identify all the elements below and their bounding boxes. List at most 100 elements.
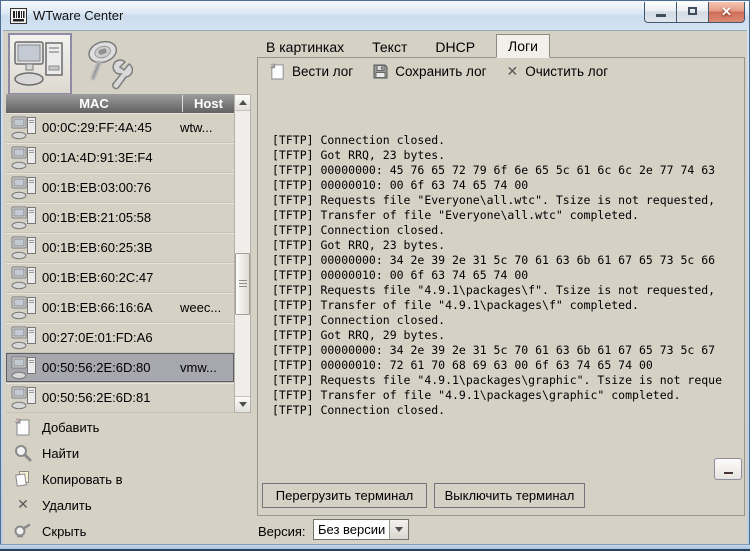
- table-row[interactable]: 00:1B:EB:03:00:76: [6, 173, 234, 203]
- toolbar-label: Очистить лог: [525, 64, 608, 79]
- table-row[interactable]: 00:1B:EB:21:05:58: [6, 203, 234, 233]
- log-line: [TFTP] 00000010: 00 6f 63 74 65 74 00: [272, 178, 724, 193]
- version-label: Версия:: [258, 521, 306, 542]
- minimize-icon: [656, 14, 666, 17]
- version-value: Без версии: [314, 520, 389, 539]
- log-line: [TFTP] Requests file "4.9.1\packages\f".…: [272, 283, 724, 298]
- column-header-host[interactable]: Host: [182, 95, 234, 112]
- action-label: Добавить: [42, 420, 99, 435]
- delete-button[interactable]: ✕ Удалить: [6, 492, 250, 518]
- host-cell: weec...: [180, 300, 234, 315]
- terminal-actions: Добавить Найти Копироват: [6, 414, 250, 544]
- log-line: [TFTP] Requests file "Everyone\all.wtc".…: [272, 193, 724, 208]
- copy-to-button[interactable]: Копировать в: [6, 466, 250, 492]
- magnifier-off-icon: [12, 522, 34, 540]
- action-label: Скрыть: [42, 524, 86, 539]
- table-row[interactable]: 00:0C:29:FF:4A:45 wtw...: [6, 113, 234, 143]
- log-line: [TFTP] Got RRQ, 23 bytes.: [272, 238, 724, 253]
- tab-text[interactable]: Текст: [369, 36, 410, 58]
- table-row[interactable]: 00:1B:EB:66:16:6A weec...: [6, 293, 234, 323]
- close-button[interactable]: ✕: [708, 2, 745, 23]
- grip-icon: [239, 280, 247, 288]
- computer-icon: [6, 176, 42, 200]
- clear-log-button[interactable]: ✕ Очистить лог: [507, 64, 609, 80]
- save-log-button[interactable]: Сохранить лог: [373, 64, 486, 79]
- host-cell: vmw...: [180, 360, 234, 375]
- collapse-button[interactable]: [714, 458, 742, 480]
- action-label: Удалить: [42, 498, 92, 513]
- start-log-button[interactable]: Вести лог: [270, 63, 353, 80]
- new-document-icon: [270, 63, 285, 80]
- copy-icon: [12, 470, 34, 488]
- log-line: [TFTP] Connection closed.: [272, 403, 724, 418]
- log-output[interactable]: [TFTP] Connection closed.[TFTP] Got RRQ,…: [272, 88, 724, 454]
- mac-cell: 00:50:56:2E:6D:80: [42, 360, 180, 375]
- computer-icon: [6, 386, 42, 410]
- toolbar-label: Сохранить лог: [395, 64, 486, 79]
- chevron-down-icon: [395, 527, 403, 532]
- window-bottom-border: [0, 544, 750, 551]
- hide-button[interactable]: Скрыть: [6, 518, 250, 544]
- column-header-mac[interactable]: MAC: [6, 96, 182, 111]
- log-line: [TFTP] Connection closed.: [272, 223, 724, 238]
- tab-logs[interactable]: Логи: [496, 34, 550, 58]
- reboot-terminal-button[interactable]: Перегрузить терминал: [262, 483, 427, 508]
- dropdown-button[interactable]: [389, 520, 408, 539]
- mac-cell: 00:27:0E:01:FD:A6: [42, 330, 180, 345]
- table-row[interactable]: 00:1B:EB:60:25:3B: [6, 233, 234, 263]
- tab-dhcp[interactable]: DHCP: [432, 36, 478, 58]
- maximize-button[interactable]: [676, 2, 709, 23]
- tools-view-button[interactable]: [77, 35, 137, 93]
- scroll-down-button[interactable]: [235, 396, 250, 412]
- mac-cell: 00:50:56:2E:6D:81: [42, 390, 180, 405]
- log-line: [TFTP] 00000010: 72 61 70 68 69 63 00 6f…: [272, 358, 724, 373]
- computer-icon: [6, 146, 42, 170]
- client-area: MAC Host: [3, 30, 747, 544]
- computer-icon: [6, 356, 42, 380]
- version-select[interactable]: Без версии: [313, 519, 409, 540]
- maximize-icon: [688, 7, 697, 15]
- host-cell: wtw...: [180, 120, 234, 135]
- tab-pictures[interactable]: В картинках: [263, 36, 347, 58]
- clear-icon: ✕: [507, 64, 519, 80]
- scrollbar-thumb[interactable]: [235, 253, 250, 315]
- log-line: [TFTP] Transfer of file "Everyone\all.wt…: [272, 208, 724, 223]
- arrow-down-icon: [239, 402, 247, 407]
- computer-icon: [6, 266, 42, 290]
- poweroff-terminal-button[interactable]: Выключить терминал: [434, 483, 585, 508]
- magnifier-icon: [12, 444, 34, 462]
- mac-cell: 00:1A:4D:91:3E:F4: [42, 150, 180, 165]
- find-button[interactable]: Найти: [6, 440, 250, 466]
- log-line: [TFTP] Connection closed.: [272, 133, 724, 148]
- table-row[interactable]: 00:50:56:2E:6D:81: [6, 383, 234, 413]
- minimize-button[interactable]: [644, 2, 677, 23]
- log-line: [TFTP] 00000010: 00 6f 63 74 65 74 00: [272, 268, 724, 283]
- mac-cell: 00:1B:EB:03:00:76: [42, 180, 180, 195]
- delete-icon: ✕: [12, 497, 34, 513]
- terminals-view-button[interactable]: [8, 33, 72, 95]
- mac-cell: 00:1B:EB:60:25:3B: [42, 240, 180, 255]
- terminal-list: 00:0C:29:FF:4A:45 wtw...: [6, 113, 234, 413]
- table-row[interactable]: 00:50:56:2E:6D:80 vmw...: [6, 353, 234, 383]
- log-toolbar: Вести лог Сохранить лог ✕: [270, 63, 628, 80]
- scroll-up-button[interactable]: [235, 95, 250, 111]
- app-icon: [10, 8, 27, 24]
- mac-cell: 00:0C:29:FF:4A:45: [42, 120, 180, 135]
- mac-cell: 00:1B:EB:21:05:58: [42, 210, 180, 225]
- list-scrollbar[interactable]: [234, 94, 251, 413]
- mac-cell: 00:1B:EB:60:2C:47: [42, 270, 180, 285]
- window-controls: ✕: [645, 2, 745, 23]
- dash-icon: [724, 472, 733, 474]
- titlebar[interactable]: WTware Center ✕: [1, 1, 749, 30]
- table-row[interactable]: 00:1A:4D:91:3E:F4: [6, 143, 234, 173]
- action-label: Копировать в: [42, 472, 123, 487]
- list-header[interactable]: MAC Host: [6, 94, 234, 113]
- tools-icon: [81, 38, 133, 90]
- table-row[interactable]: 00:27:0E:01:FD:A6: [6, 323, 234, 353]
- add-button[interactable]: Добавить: [6, 414, 250, 440]
- table-row[interactable]: 00:1B:EB:60:2C:47: [6, 263, 234, 293]
- arrow-up-icon: [239, 100, 247, 105]
- log-panel: Вести лог Сохранить лог ✕: [257, 57, 745, 516]
- wtware-center-window: WTware Center ✕: [0, 0, 750, 551]
- log-line: [TFTP] 00000000: 45 76 65 72 79 6f 6e 65…: [272, 163, 724, 178]
